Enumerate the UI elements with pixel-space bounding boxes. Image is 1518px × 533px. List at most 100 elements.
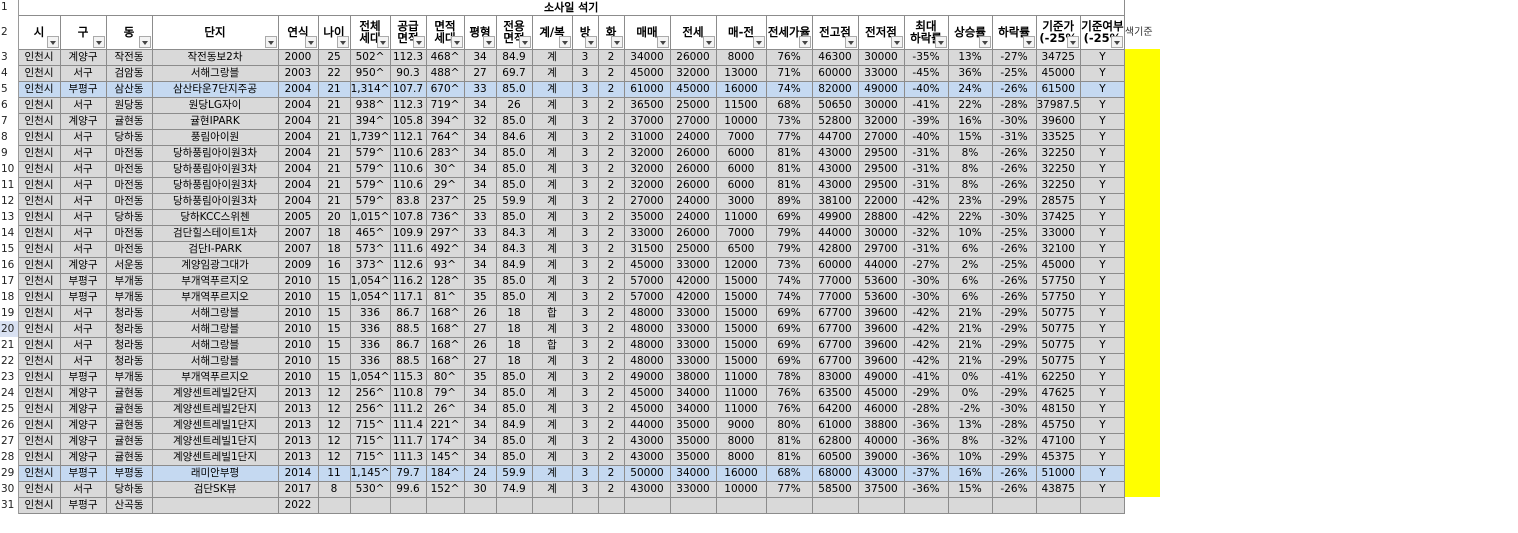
table-cell[interactable]: 78% <box>765 368 813 386</box>
table-cell[interactable]: 서구 <box>59 320 107 338</box>
table-cell[interactable]: 2013 <box>277 384 319 402</box>
table-cell[interactable]: -29% <box>903 384 949 402</box>
spreadsheet-grid[interactable]: 1 소사일 석기 2 시 구 동 단지 연식 나이 전체 세대 공급 면적 면적 세대 평형 전용 면적 계/복 방 화… <box>0 0 1161 514</box>
filter-dropdown-icon[interactable] <box>450 35 463 48</box>
table-cell[interactable]: 74% <box>765 272 813 290</box>
table-cell[interactable]: 48000 <box>623 304 671 322</box>
table-cell[interactable]: 76% <box>765 48 813 66</box>
table-cell[interactable]: 3 <box>571 160 599 178</box>
table-cell[interactable]: 2013 <box>277 432 319 450</box>
table-cell[interactable]: 35 <box>463 272 497 290</box>
table-cell[interactable]: 34 <box>463 128 497 146</box>
table-cell[interactable]: 2 <box>597 352 625 370</box>
table-cell[interactable]: 579^ <box>349 144 391 162</box>
table-cell[interactable]: 3 <box>571 384 599 402</box>
table-cell[interactable]: -31% <box>991 128 1037 146</box>
table-cell[interactable]: 32250 <box>1035 176 1081 194</box>
table-cell[interactable]: 계 <box>531 208 573 226</box>
table-cell[interactable]: Y <box>1079 80 1125 98</box>
table-cell[interactable]: 15 <box>317 352 351 370</box>
table-cell[interactable]: 계 <box>531 464 573 482</box>
table-cell[interactable]: 계 <box>531 192 573 210</box>
table-cell[interactable]: 62250 <box>1035 368 1081 386</box>
table-cell[interactable]: 68% <box>765 464 813 482</box>
table-cell[interactable]: 24% <box>947 80 993 98</box>
table-cell[interactable]: 인천시 <box>17 416 61 434</box>
filter-dropdown-icon[interactable] <box>978 35 991 48</box>
column-header[interactable]: 전고점 <box>811 14 859 50</box>
table-cell[interactable]: 부개동 <box>105 288 153 306</box>
table-cell[interactable]: 검단SK뷰 <box>151 480 279 498</box>
table-cell[interactable]: 93^ <box>425 256 465 274</box>
table-cell[interactable]: 인천시 <box>17 256 61 274</box>
table-cell[interactable]: -26% <box>991 464 1037 482</box>
table-cell[interactable]: 12 <box>317 432 351 450</box>
table-cell[interactable]: 80^ <box>425 368 465 386</box>
table-cell[interactable]: 2 <box>597 464 625 482</box>
table-cell[interactable]: 15 <box>317 368 351 386</box>
table-cell[interactable]: 인천시 <box>17 240 61 258</box>
table-cell[interactable]: 67700 <box>811 320 859 338</box>
table-cell[interactable]: 계양구 <box>59 384 107 402</box>
row-number[interactable]: 7 <box>0 113 19 129</box>
table-cell[interactable]: 2 <box>597 192 625 210</box>
table-cell[interactable]: 16% <box>947 112 993 130</box>
table-cell[interactable]: 2010 <box>277 368 319 386</box>
table-cell[interactable]: 111.7 <box>389 432 427 450</box>
table-cell[interactable]: 719^ <box>425 96 465 114</box>
table-cell[interactable]: 34000 <box>669 400 717 418</box>
table-cell[interactable]: 2004 <box>277 128 319 146</box>
table-cell[interactable]: 88.5 <box>389 352 427 370</box>
table-cell[interactable]: 27 <box>463 352 497 370</box>
table-cell[interactable]: 20 <box>317 208 351 226</box>
table-cell[interactable]: 서구 <box>59 336 107 354</box>
table-cell[interactable]: 57000 <box>623 272 671 290</box>
table-cell[interactable]: 715^ <box>349 432 391 450</box>
table-cell[interactable]: 인천시 <box>17 496 61 514</box>
row-number[interactable]: 26 <box>0 417 19 433</box>
table-cell[interactable]: 27 <box>463 320 497 338</box>
table-cell[interactable]: Y <box>1079 368 1125 386</box>
table-row[interactable]: 28 인천시 계양구 귤현동 계양센트레빌1단지 2013 12 715^ 111.3 145^ 3… <box>0 448 1161 466</box>
table-cell[interactable]: 74.9 <box>495 480 533 498</box>
table-cell[interactable]: 31500 <box>623 240 671 258</box>
table-cell[interactable]: 16% <box>947 464 993 482</box>
table-cell[interactable]: 36500 <box>623 96 671 114</box>
table-cell[interactable]: -40% <box>903 128 949 146</box>
table-cell[interactable]: 2 <box>597 400 625 418</box>
row-number[interactable]: 22 <box>0 353 19 369</box>
table-cell[interactable]: 2 <box>597 288 625 306</box>
table-cell[interactable]: 2004 <box>277 144 319 162</box>
row-number[interactable]: 28 <box>0 449 19 465</box>
table-cell[interactable]: 11000 <box>715 368 767 386</box>
table-row[interactable]: 22 인천시 서구 청라동 서해그랑블 2010 15 336 88.5 168^ 27 18 계 3 2 4… <box>0 352 1161 370</box>
table-cell[interactable]: 49000 <box>623 368 671 386</box>
table-cell[interactable]: 67700 <box>811 352 859 370</box>
table-cell[interactable]: 3 <box>571 112 599 130</box>
table-cell[interactable]: 서구 <box>59 160 107 178</box>
table-cell[interactable]: 61000 <box>811 416 859 434</box>
table-cell[interactable]: 부평구 <box>59 288 107 306</box>
table-cell[interactable]: 1,054^ <box>349 272 391 290</box>
table-cell[interactable]: 37000 <box>623 112 671 130</box>
row-number[interactable]: 3 <box>0 49 19 65</box>
table-cell[interactable]: 3 <box>571 256 599 274</box>
table-cell[interactable]: 2 <box>597 320 625 338</box>
table-cell[interactable]: 2010 <box>277 288 319 306</box>
table-cell[interactable]: 10000 <box>715 480 767 498</box>
table-cell[interactable]: 35000 <box>669 416 717 434</box>
table-cell[interactable]: 계 <box>531 320 573 338</box>
table-cell[interactable]: -26% <box>991 272 1037 290</box>
table-cell[interactable]: 573^ <box>349 240 391 258</box>
filter-dropdown-icon[interactable] <box>584 35 597 48</box>
table-cell[interactable]: 3000 <box>715 192 767 210</box>
table-cell[interactable]: 21 <box>317 112 351 130</box>
table-cell[interactable]: 2 <box>597 96 625 114</box>
table-cell[interactable]: 11000 <box>715 208 767 226</box>
table-cell[interactable]: 1,054^ <box>349 288 391 306</box>
table-cell[interactable]: -29% <box>991 320 1037 338</box>
table-cell[interactable]: 111.3 <box>389 448 427 466</box>
table-cell[interactable]: 37500 <box>857 480 905 498</box>
table-row[interactable]: 16 인천시 계양구 서운동 계양임광그대가 2009 16 373^ 112.6 93^ 34 84… <box>0 256 1161 274</box>
table-cell[interactable]: 85.0 <box>495 80 533 98</box>
